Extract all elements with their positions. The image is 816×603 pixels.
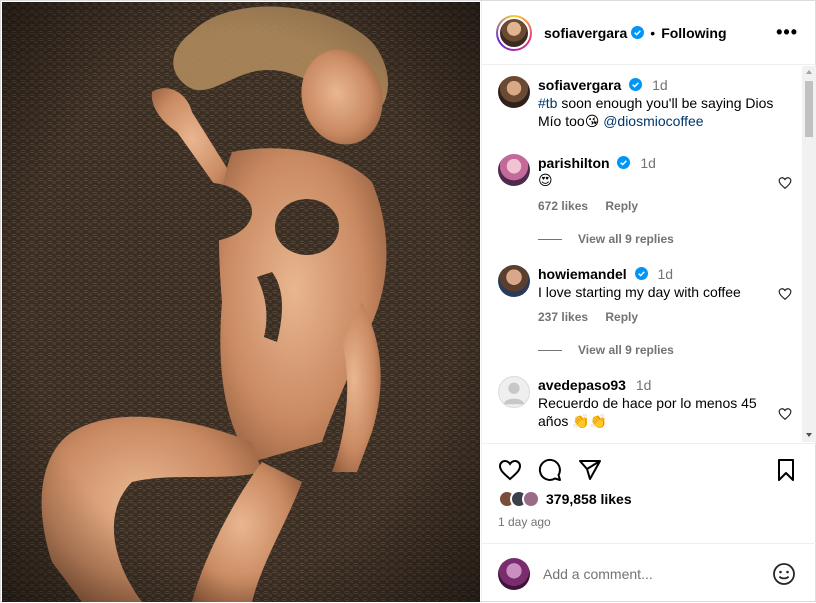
verified-badge-icon <box>629 78 643 91</box>
comment-username[interactable]: parishilton <box>538 155 610 171</box>
author-avatar[interactable] <box>496 14 532 51</box>
reply-button[interactable]: Reply <box>605 310 638 324</box>
comment-item: parishilton 1d 😍 672 likes Reply View al… <box>498 154 798 254</box>
heart-icon[interactable] <box>498 458 522 482</box>
add-comment-bar: Add a comment... <box>482 543 816 603</box>
comment-time: 1d <box>640 155 656 171</box>
author-username[interactable]: sofiavergara <box>544 25 627 41</box>
following-button[interactable]: Following <box>661 25 726 41</box>
comment-text: 😍 <box>538 173 553 189</box>
verified-badge-icon <box>617 156 631 169</box>
caption-avatar[interactable] <box>498 76 530 108</box>
mention-link[interactable]: @diosmiocoffee <box>603 113 703 129</box>
view-replies-button[interactable]: View all 9 replies <box>538 343 674 357</box>
post-dialog: sofiavergara • Following ••• sofiavergar… <box>0 0 816 603</box>
view-replies-button[interactable]: View all 9 replies <box>538 232 674 246</box>
comment-icon[interactable] <box>538 458 562 482</box>
separator-dot: • <box>650 24 656 41</box>
comment-time: 1d <box>657 266 674 282</box>
caption-time: 1d <box>652 77 668 93</box>
comment-avatar[interactable] <box>498 265 530 297</box>
comment-text: I love starting my day with coffee <box>538 284 741 300</box>
like-comment-heart-icon[interactable] <box>778 407 792 421</box>
share-icon[interactable] <box>578 458 602 482</box>
post-image[interactable] <box>2 2 480 602</box>
post-side-panel: sofiavergara • Following ••• sofiavergar… <box>481 1 816 603</box>
liker-avatar <box>522 490 540 508</box>
comment-avatar[interactable] <box>498 154 530 186</box>
hashtag-link[interactable]: #tb <box>538 95 557 111</box>
comment-text: Recuerdo de hace por lo menos 45 años 👏👏 <box>538 395 757 429</box>
current-user-avatar <box>498 557 530 590</box>
verified-badge-icon <box>631 26 645 39</box>
comment-username[interactable]: avedepaso93 <box>538 377 626 393</box>
kiss-emoji: 😘 <box>584 114 600 130</box>
comments-list[interactable]: sofiavergara 1d #tb soon enough you'll b… <box>482 66 816 442</box>
verified-badge-icon <box>634 267 648 280</box>
add-comment-input[interactable]: Add a comment... <box>543 566 653 582</box>
reply-button[interactable]: Reply <box>605 199 638 213</box>
scroll-down-arrow-icon[interactable] <box>806 433 812 437</box>
likes-count[interactable]: 379,858 likes <box>546 491 632 507</box>
like-comment-heart-icon[interactable] <box>778 287 792 301</box>
scroll-thumb[interactable] <box>805 81 813 137</box>
comment-time: 1d <box>635 377 652 393</box>
caption: sofiavergara 1d #tb soon enough you'll b… <box>498 76 798 136</box>
scroll-up-arrow-icon[interactable] <box>806 70 812 74</box>
default-avatar-icon <box>503 382 525 405</box>
more-options-icon[interactable]: ••• <box>776 23 798 41</box>
post-photo-illustration <box>2 2 480 602</box>
comment-item: howiemandel 1d I love starting my day wi… <box>498 265 798 365</box>
post-time[interactable]: 1 day ago <box>498 515 551 529</box>
comment-likes[interactable]: 672 likes <box>538 199 588 213</box>
comment-avatar[interactable] <box>498 376 530 408</box>
bookmark-icon[interactable] <box>774 458 798 482</box>
view-replies-label: View all 9 replies <box>578 343 674 357</box>
view-replies-label: View all 9 replies <box>578 232 674 246</box>
post-header: sofiavergara • Following ••• <box>482 1 816 65</box>
comment-likes[interactable]: 237 likes <box>538 310 588 324</box>
comment-username[interactable]: howiemandel <box>538 266 627 282</box>
action-bar: 379,858 likes 1 day ago <box>482 443 816 543</box>
likes-summary[interactable]: 379,858 likes <box>498 490 632 508</box>
comment-item: avedepaso93 1d Recuerdo de hace por lo m… <box>498 376 798 442</box>
comments-scrollbar[interactable] <box>802 66 816 442</box>
smiley-icon[interactable] <box>772 562 796 586</box>
caption-username[interactable]: sofiavergara <box>538 77 621 93</box>
like-comment-heart-icon[interactable] <box>778 176 792 190</box>
